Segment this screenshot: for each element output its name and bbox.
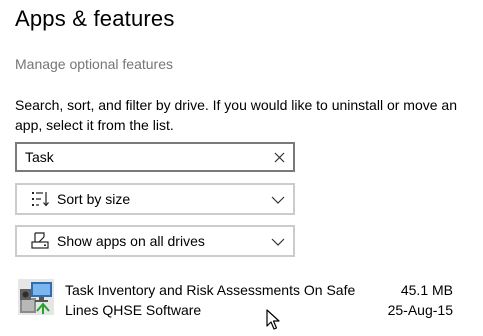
sort-dropdown-label: Sort by size [57,191,131,207]
close-icon[interactable] [273,149,287,165]
installer-app-icon [17,278,55,316]
chevron-down-icon [271,193,285,205]
search-box[interactable] [15,142,295,172]
app-list-item[interactable]: Task Inventory and Risk Assessments On S… [0,270,483,325]
drive-filter-dropdown[interactable]: Show apps on all drives [15,225,295,257]
chevron-down-icon [271,235,285,247]
app-name: Task Inventory and Risk Assessments On S… [65,282,356,318]
drive-filter-label: Show apps on all drives [57,233,205,249]
app-install-date: 25-Aug-15 [387,302,453,318]
app-size: 45.1 MB [400,282,453,298]
sort-icon [31,190,49,208]
description-text: Search, sort, and filter by drive. If yo… [15,97,457,133]
sort-dropdown[interactable]: Sort by size [15,183,295,215]
drive-icon [31,232,49,250]
page-title: Apps & features [15,6,175,31]
search-input[interactable] [25,148,265,166]
manage-optional-features-link[interactable]: Manage optional features [15,56,173,72]
